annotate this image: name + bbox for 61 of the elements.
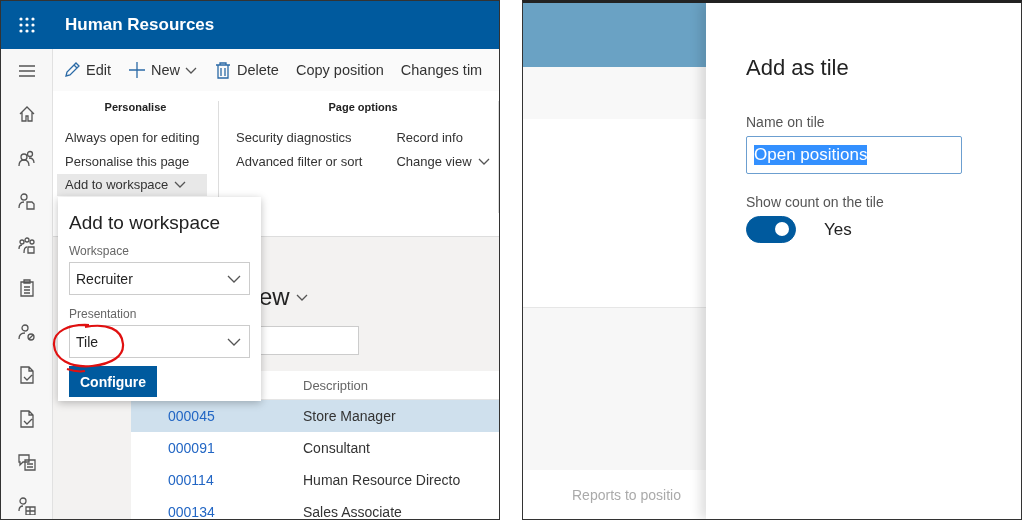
chat-document-icon[interactable] [17, 453, 36, 472]
ribbon-item[interactable]: Advanced filter or sort [232, 150, 371, 172]
id-link[interactable]: 000134 [131, 504, 303, 519]
app-title: Human Resources [65, 15, 215, 35]
group-icon[interactable] [17, 235, 36, 254]
table-cell: Human Resource Directo [303, 472, 461, 488]
ribbon-item[interactable]: Add to workspace [57, 174, 208, 196]
ribbon-item[interactable]: Record info [392, 127, 498, 149]
person-grid-icon[interactable] [17, 496, 36, 515]
field-label: Name on tile [746, 114, 826, 130]
people-icon[interactable] [17, 148, 36, 167]
toolbar-button[interactable]: Edit [63, 61, 111, 79]
ribbon-item[interactable]: Change view [392, 150, 498, 172]
chevron-down-icon[interactable] [227, 274, 241, 283]
flyout-title: Add to workspace [69, 212, 222, 234]
dropdown-field[interactable]: Tile [69, 325, 250, 358]
trash-icon[interactable] [214, 61, 232, 79]
table-row[interactable]: 000045 Store Manager [131, 400, 499, 432]
ribbon-item[interactable]: Personalise this page [57, 150, 208, 172]
clipboard-icon[interactable] [17, 279, 36, 298]
toolbar-button[interactable]: Changes tim [400, 62, 483, 78]
pencil-icon[interactable] [63, 61, 81, 79]
document-icon[interactable] [17, 409, 36, 428]
ribbon-item[interactable]: Always open for editing [57, 127, 208, 149]
id-link[interactable]: 000114 [131, 472, 303, 488]
plus-icon[interactable] [128, 61, 146, 79]
field-label: Show count on the tile [746, 194, 885, 210]
field-label: Reports to positio [572, 486, 681, 503]
table-row[interactable]: 000134 Sales Associate [131, 496, 499, 519]
table-cell: Store Manager [303, 408, 396, 424]
chevron-down-icon[interactable] [174, 181, 187, 189]
dialog-title: Add as tile [746, 55, 850, 81]
document-icon[interactable] [17, 366, 36, 385]
field-label: Presentation [69, 307, 138, 321]
chevron-down-icon[interactable] [295, 293, 308, 301]
id-link[interactable]: 000091 [131, 440, 303, 456]
group-title: Page options [327, 101, 399, 113]
chevron-down-icon[interactable] [227, 337, 241, 346]
person-block-icon[interactable] [17, 322, 36, 341]
table-row[interactable]: 000091 Consultant [131, 432, 499, 464]
table-cell: Consultant [303, 440, 370, 456]
toolbar-button[interactable]: Copy position [295, 62, 384, 78]
dropdown-field[interactable]: Recruiter [69, 262, 250, 295]
group-title: Personalise [103, 101, 168, 113]
field-label: Workspace [69, 244, 130, 258]
column-header[interactable]: Description [303, 377, 369, 393]
page-title[interactable]: ew [259, 283, 499, 311]
id-link[interactable]: 000045 [131, 408, 303, 424]
chevron-down-icon[interactable] [185, 66, 197, 74]
configure-button[interactable]: Configure [69, 366, 158, 397]
chevron-down-icon[interactable] [477, 157, 490, 165]
app-launcher-icon[interactable] [19, 17, 35, 33]
person-document-icon[interactable] [17, 192, 36, 211]
toolbar-button[interactable]: New [128, 61, 197, 79]
table-row[interactable]: 000114 Human Resource Directo [131, 464, 499, 496]
toggle-label: Yes [824, 219, 852, 240]
toggle-switch[interactable] [746, 216, 796, 243]
table-cell: Sales Associate [303, 504, 402, 519]
ribbon-item[interactable]: Security diagnostics [232, 127, 371, 149]
toolbar-button[interactable]: Delete [214, 61, 279, 79]
home-icon[interactable] [17, 105, 36, 124]
